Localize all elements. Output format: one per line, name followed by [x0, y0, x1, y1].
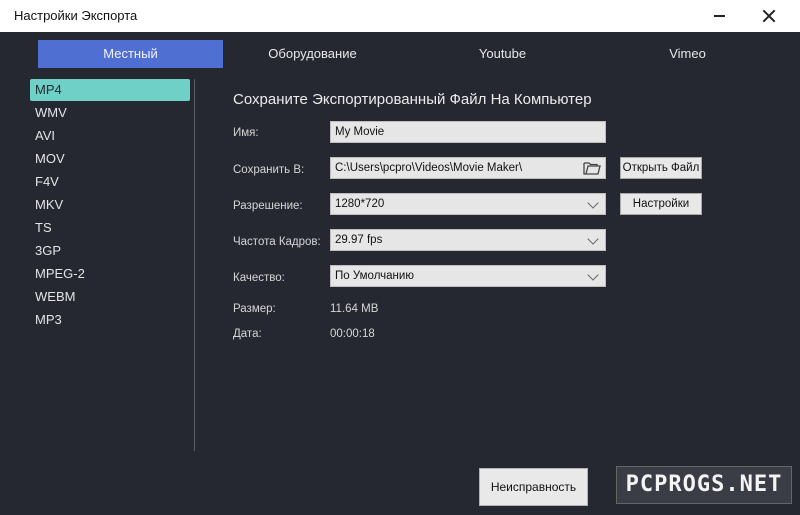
open-file-button[interactable]: Открыть Файл — [620, 157, 702, 179]
tab-youtube[interactable]: Youtube — [410, 40, 595, 68]
chevron-down-icon — [587, 233, 599, 245]
quality-label: Качество: — [233, 272, 285, 284]
settings-button[interactable]: Настройки — [620, 193, 702, 215]
close-button[interactable] — [746, 0, 792, 32]
format-list: MP4 WMV AVI MOV F4V MKV TS 3GP MPEG-2 WE… — [28, 79, 195, 451]
close-icon — [762, 9, 776, 23]
resolution-label: Разрешение: — [233, 200, 303, 212]
format-item-ts[interactable]: TS — [30, 217, 190, 239]
title-bar: Настройки Экспорта — [0, 0, 800, 32]
window-title: Настройки Экспорта — [14, 8, 138, 23]
format-item-mp4[interactable]: MP4 — [30, 79, 190, 101]
minimize-button[interactable] — [696, 0, 742, 32]
format-item-f4v[interactable]: F4V — [30, 171, 190, 193]
folder-icon[interactable] — [583, 160, 601, 176]
fault-button[interactable]: Неисправность — [479, 468, 588, 506]
save-location-label: Сохранить В: — [233, 164, 305, 176]
save-path-field[interactable]: C:\Users\pcpro\Videos\Movie Maker\ — [330, 157, 606, 179]
fps-value: 29.97 fps — [335, 234, 383, 246]
fps-select[interactable]: 29.97 fps — [330, 229, 606, 251]
tab-vimeo[interactable]: Vimeo — [595, 40, 780, 68]
name-label: Имя: — [233, 127, 259, 139]
name-field[interactable] — [330, 121, 606, 143]
size-value: 11.64 MB — [330, 303, 379, 315]
save-path-value: C:\Users\pcpro\Videos\Movie Maker\ — [335, 162, 523, 174]
duration-value: 00:00:18 — [330, 328, 375, 340]
chevron-down-icon — [587, 197, 599, 209]
duration-label: Дата: — [233, 328, 262, 340]
fps-label: Частота Кадров: — [233, 236, 321, 248]
format-item-webm[interactable]: WEBM — [30, 286, 190, 308]
resolution-value: 1280*720 — [335, 198, 385, 210]
tab-local[interactable]: Местный — [38, 40, 223, 68]
name-input[interactable] — [335, 122, 605, 142]
quality-select[interactable]: По Умолчанию — [330, 265, 606, 287]
tab-bar: Местный Оборудование Youtube Vimeo — [0, 40, 800, 70]
format-item-3gp[interactable]: 3GP — [30, 240, 190, 262]
size-label: Размер: — [233, 303, 276, 315]
watermark-logo: PCPROGS.NET — [616, 466, 792, 504]
format-item-mkv[interactable]: MKV — [30, 194, 190, 216]
format-item-avi[interactable]: AVI — [30, 125, 190, 147]
format-item-mp3[interactable]: MP3 — [30, 309, 190, 331]
panel-heading: Сохраните Экспортированный Файл На Компь… — [233, 91, 592, 108]
format-item-mov[interactable]: MOV — [30, 148, 190, 170]
chevron-down-icon — [587, 269, 599, 281]
tab-hardware[interactable]: Оборудование — [220, 40, 405, 68]
format-item-wmv[interactable]: WMV — [30, 102, 190, 124]
format-item-mpeg2[interactable]: MPEG-2 — [30, 263, 190, 285]
export-dialog: Местный Оборудование Youtube Vimeo MP4 W… — [0, 32, 800, 515]
resolution-select[interactable]: 1280*720 — [330, 193, 606, 215]
minimize-icon — [713, 15, 725, 17]
quality-value: По Умолчанию — [335, 270, 414, 282]
